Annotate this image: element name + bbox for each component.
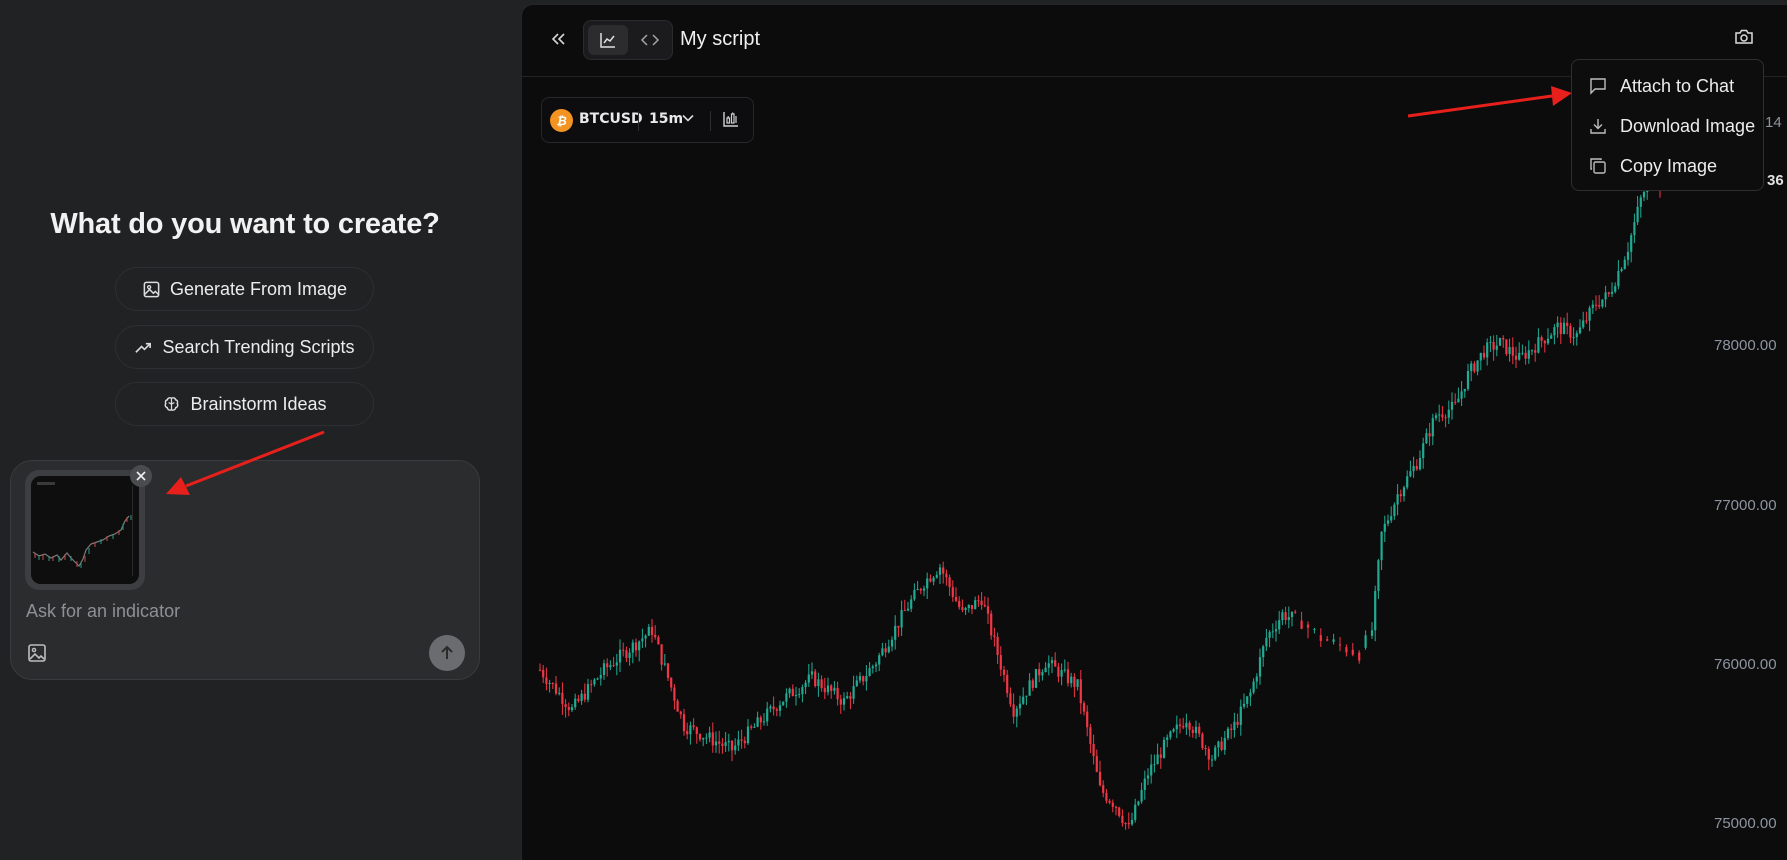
annotation-overlay xyxy=(166,86,1572,495)
annotation-arrow xyxy=(166,430,325,495)
annotation-arrow xyxy=(1407,86,1572,118)
